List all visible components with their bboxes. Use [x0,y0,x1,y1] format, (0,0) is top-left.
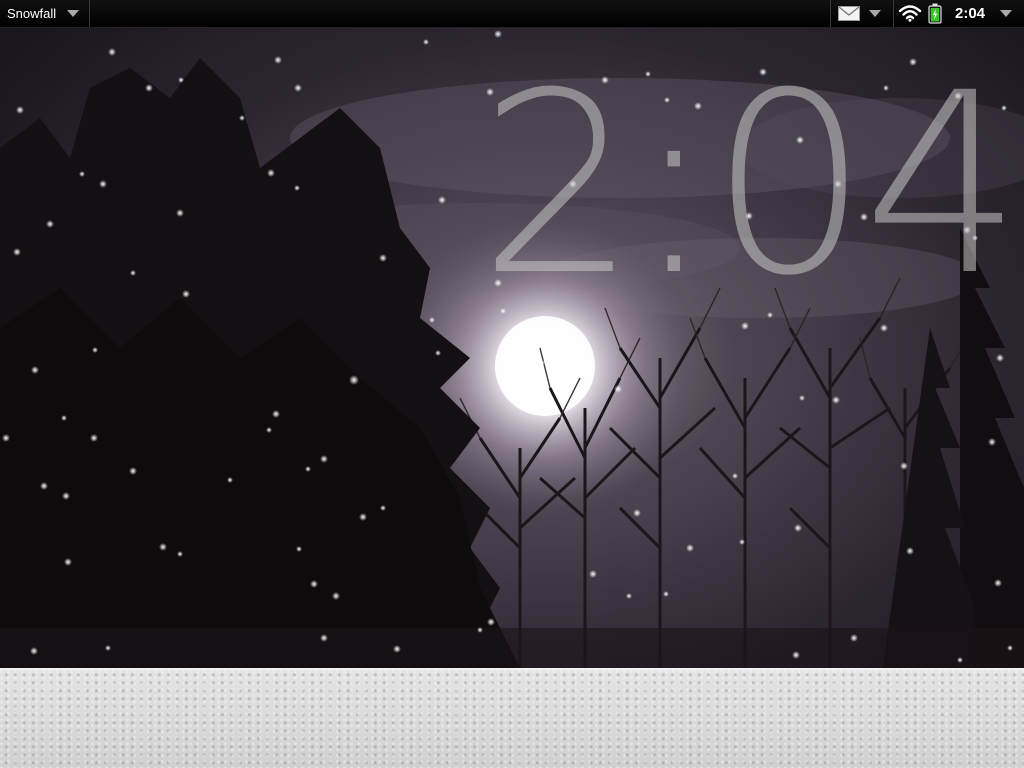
snow-ground [0,668,1024,768]
wallpaper-clock: 2:04 [478,39,1022,330]
chevron-down-icon [1000,10,1012,17]
device-menu[interactable]: 2:04 [893,0,1024,27]
status-clock: 2:04 [955,5,986,22]
chevron-down-icon [67,10,79,17]
status-bar: Snowfall 2:04 [0,0,1024,28]
wifi-icon [898,5,922,22]
screen: Snowfall 2:04 2:04 [0,0,1024,768]
chevron-down-icon [869,10,881,17]
battery-icon [928,3,942,24]
mail-icon[interactable] [838,6,860,21]
notification-area[interactable] [830,0,894,27]
app-title: Snowfall [7,6,57,21]
app-menu[interactable]: Snowfall [0,0,90,27]
